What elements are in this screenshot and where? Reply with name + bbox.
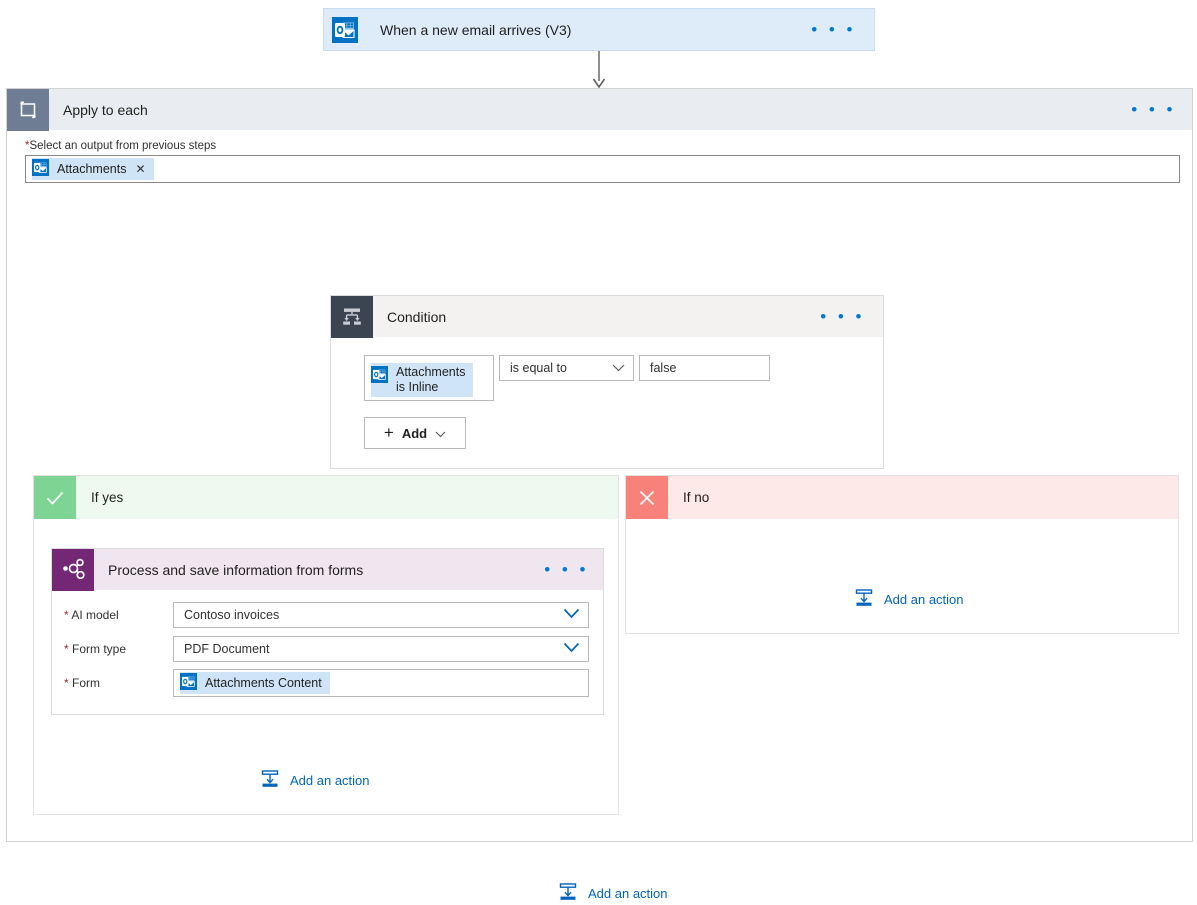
form-label-text: Form	[72, 676, 100, 690]
add-action-label: Add an action	[588, 886, 668, 901]
outlook-icon	[324, 9, 366, 51]
branch-if-yes: If yes Process and save information from…	[33, 475, 619, 815]
ai-model-row: * AI model Contoso invoices	[52, 598, 589, 632]
token-label: Attachments Content	[205, 676, 322, 690]
chevron-down-icon	[612, 361, 625, 375]
branch-if-yes-title: If yes	[91, 490, 123, 505]
condition-row: Attachments is Inline is equal to false	[364, 355, 883, 401]
apply-to-each-input[interactable]: Attachments ✕	[25, 155, 1180, 183]
check-icon	[34, 476, 76, 519]
condition-left-operand[interactable]: Attachments is Inline	[364, 355, 494, 401]
close-icon	[626, 476, 668, 519]
close-icon[interactable]: ✕	[135, 162, 145, 176]
branch-if-no-title: If no	[683, 490, 709, 505]
condition-menu-button[interactable]: • • •	[820, 312, 865, 322]
add-condition-button[interactable]: + Add	[364, 417, 466, 449]
outlook-icon	[371, 366, 388, 387]
chevron-down-icon	[435, 426, 446, 441]
add-action-if-yes[interactable]: Add an action	[260, 769, 370, 792]
ai-builder-action-menu-button[interactable]: • • •	[544, 565, 589, 575]
form-type-row: * Form type PDF Document	[52, 632, 589, 666]
required-asterisk: *	[64, 642, 69, 656]
trigger-menu-button[interactable]: • • •	[811, 25, 856, 35]
apply-to-each-menu-button[interactable]: • • •	[1131, 105, 1176, 115]
connector-arrow	[592, 51, 606, 89]
token-label-line1: Attachments	[396, 365, 465, 380]
ai-model-select[interactable]: Contoso invoices	[173, 602, 589, 628]
form-row: * Form	[52, 666, 589, 700]
add-action-icon	[854, 588, 874, 611]
required-asterisk: *	[64, 676, 69, 690]
form-label: * Form	[52, 676, 173, 690]
ai-model-label: * AI model	[52, 608, 173, 622]
add-action-icon	[558, 882, 578, 905]
condition-header[interactable]: Condition • • •	[331, 296, 883, 337]
token-label: Attachments	[57, 162, 126, 176]
dynamic-token-attachments[interactable]: Attachments ✕	[32, 158, 154, 180]
condition-icon	[331, 296, 373, 338]
ai-builder-action-header[interactable]: Process and save information from forms …	[52, 549, 603, 590]
form-type-value: PDF Document	[184, 642, 269, 656]
token-label-wrap: Attachments is Inline	[396, 365, 465, 394]
dynamic-token-attachments-is-inline[interactable]: Attachments is Inline	[371, 363, 473, 397]
apply-to-each-input-label-text: Select an output from previous steps	[29, 140, 216, 152]
trigger-title: When a new email arrives (V3)	[380, 22, 571, 38]
ai-builder-action-title: Process and save information from forms	[108, 562, 363, 578]
ai-model-label-text: AI model	[71, 608, 118, 622]
add-action-label: Add an action	[884, 592, 964, 607]
chevron-down-icon	[563, 608, 580, 622]
ai-builder-action-body: * AI model Contoso invoices * Form type …	[52, 590, 603, 700]
add-condition-label: Add	[402, 426, 427, 441]
apply-to-each-card[interactable]: Apply to each • • • *Select an output fr…	[6, 88, 1193, 842]
trigger-header[interactable]: When a new email arrives (V3) • • •	[324, 9, 874, 50]
condition-title: Condition	[387, 309, 446, 325]
apply-to-each-title: Apply to each	[63, 102, 148, 118]
condition-operator-select[interactable]: is equal to	[499, 355, 634, 381]
condition-operator-value: is equal to	[510, 361, 567, 375]
add-action-label: Add an action	[290, 773, 370, 788]
add-action-icon	[260, 769, 280, 792]
ai-builder-icon	[52, 549, 94, 591]
branch-if-yes-header: If yes	[34, 476, 618, 519]
required-asterisk: *	[64, 608, 69, 622]
condition-value-input[interactable]: false	[639, 355, 770, 381]
chevron-down-icon	[563, 642, 580, 656]
plus-icon: +	[384, 423, 394, 443]
loop-icon	[7, 89, 49, 131]
ai-builder-action-card[interactable]: Process and save information from forms …	[51, 548, 604, 715]
condition-card[interactable]: Condition • • •	[330, 295, 884, 469]
dynamic-token-attachments-content[interactable]: Attachments Content	[180, 672, 330, 694]
branch-if-no-header: If no	[626, 476, 1178, 519]
condition-value-text: false	[650, 361, 676, 375]
apply-to-each-input-label: *Select an output from previous steps	[25, 140, 1192, 152]
apply-to-each-header[interactable]: Apply to each • • •	[7, 89, 1192, 130]
outlook-icon	[32, 159, 49, 179]
token-label-line2: is Inline	[396, 380, 465, 395]
add-action-loop[interactable]: Add an action	[558, 882, 668, 905]
form-type-label: * Form type	[52, 642, 173, 656]
condition-body: Attachments is Inline is equal to false	[331, 337, 883, 449]
trigger-card[interactable]: When a new email arrives (V3) • • •	[323, 8, 875, 51]
add-action-if-no[interactable]: Add an action	[854, 588, 964, 611]
form-type-select[interactable]: PDF Document	[173, 636, 589, 662]
form-type-label-text: Form type	[72, 642, 126, 656]
form-input[interactable]: Attachments Content	[173, 669, 589, 697]
ai-model-value: Contoso invoices	[184, 608, 279, 622]
outlook-icon	[180, 673, 197, 693]
